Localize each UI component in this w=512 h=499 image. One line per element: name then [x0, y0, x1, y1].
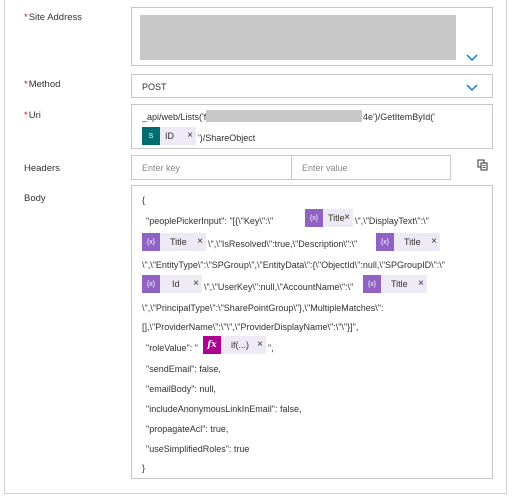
variable-icon: {x} [142, 233, 160, 251]
switch-to-text-mode-icon[interactable] [477, 159, 489, 172]
uri-input[interactable]: _api/web/Lists('f01 4e')/GetItemById(' S… [131, 104, 493, 149]
chevron-down-icon[interactable] [465, 52, 479, 62]
body-label: Body [24, 193, 46, 204]
method-value: POST [142, 82, 167, 92]
expression-token[interactable]: fx if(...) × [203, 336, 266, 354]
id-token[interactable]: {x} Id × [142, 275, 202, 293]
variable-icon: {x} [305, 209, 323, 227]
remove-token-icon[interactable]: × [344, 212, 350, 223]
header-value-input[interactable]: Enter value [291, 155, 451, 180]
site-address-label: *Site Address [24, 12, 83, 23]
uri-label: *Uri [24, 110, 41, 121]
uri-id-token[interactable]: S ID × [142, 127, 196, 145]
headers-label: Headers [24, 163, 60, 174]
variable-icon: {x} [363, 275, 381, 293]
method-label: *Method [24, 79, 61, 90]
header-key-input[interactable]: Enter key [131, 155, 292, 180]
sharepoint-icon: S [142, 127, 160, 145]
redacted-list-id [206, 110, 362, 122]
uri-line2-suffix: ')/ShareObject [198, 133, 256, 143]
remove-token-icon[interactable]: × [187, 130, 193, 141]
remove-token-icon[interactable]: × [193, 278, 199, 289]
function-icon: fx [203, 336, 221, 354]
remove-token-icon[interactable]: × [257, 339, 263, 350]
variable-icon: {x} [142, 275, 160, 293]
remove-token-icon[interactable]: × [431, 236, 437, 247]
site-address-dropdown[interactable] [131, 7, 493, 66]
variable-icon: {x} [376, 233, 394, 251]
title-token[interactable]: {x} Title × [363, 275, 427, 293]
title-token[interactable]: {x} Title × [305, 209, 353, 227]
redacted-site-address [140, 15, 456, 60]
title-token[interactable]: {x} Title × [376, 233, 440, 251]
body-editor[interactable]: { "peoplePickerInput": "[{\"Key\":\" {x}… [131, 185, 493, 479]
chevron-down-icon[interactable] [465, 82, 479, 92]
remove-token-icon[interactable]: × [197, 236, 203, 247]
uri-line1-suffix: 4e')/GetItemById(' [363, 112, 435, 122]
title-token[interactable]: {x} Title × [142, 233, 206, 251]
method-dropdown[interactable]: POST [131, 74, 493, 98]
remove-token-icon[interactable]: × [418, 278, 424, 289]
